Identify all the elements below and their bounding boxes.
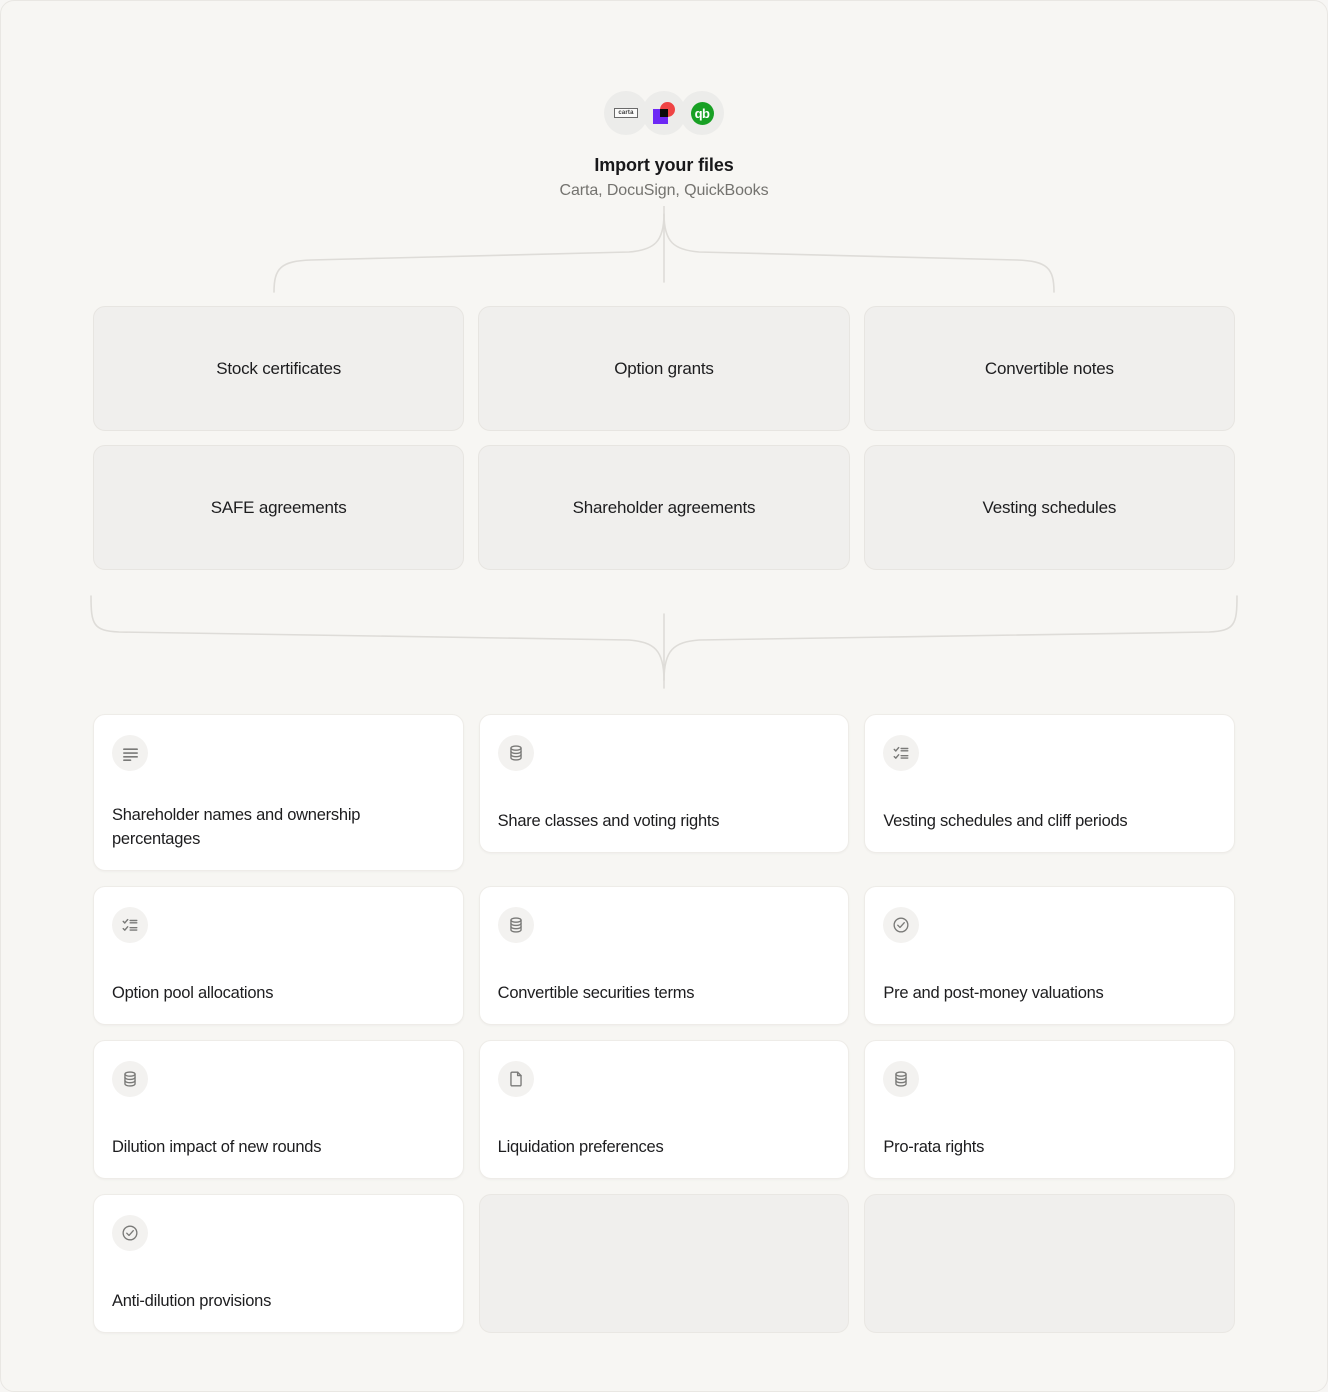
output-card-share-classes[interactable]: Share classes and voting rights (478, 714, 850, 853)
output-card-anti-dilution[interactable]: Anti-dilution provisions (93, 1194, 464, 1333)
source-box-shareholder-agreements[interactable]: Shareholder agreements (478, 445, 850, 570)
output-card-option-pool[interactable]: Option pool allocations (93, 886, 464, 1025)
file-icon (497, 1061, 534, 1097)
check-circle-icon (112, 1215, 148, 1251)
import-subtitle: Carta, DocuSign, QuickBooks (559, 182, 769, 199)
database-icon (497, 907, 534, 943)
import-flow-diagram: carta qb Import your files Carta, DocuSi… (0, 0, 1328, 1392)
output-card-dilution-impact[interactable]: Dilution impact of new rounds (93, 1040, 464, 1179)
quickbooks-wordmark: qb (690, 101, 714, 125)
source-box-convertible-notes[interactable]: Convertible notes (863, 306, 1235, 431)
source-box-vesting-schedules[interactable]: Vesting schedules (863, 445, 1235, 570)
output-card-label: Share classes and voting rights (497, 812, 720, 831)
outputs-grid: Shareholder names and ownership percenta… (93, 714, 1235, 1333)
output-card-label: Shareholder names and ownership percenta… (112, 806, 361, 849)
source-types-grid: Stock certificates Option grants Convert… (93, 306, 1235, 570)
connector-top (273, 206, 1055, 293)
output-card-vesting-schedules[interactable]: Vesting schedules and cliff periods (864, 714, 1235, 853)
output-card-label: Anti-dilution provisions (112, 1292, 272, 1311)
source-box-label: Shareholder agreements (572, 497, 756, 517)
source-box-stock-certificates[interactable]: Stock certificates (93, 306, 465, 431)
quickbooks-logo: qb (680, 91, 724, 135)
source-types-section: Stock certificates Option grants Convert… (1, 306, 1327, 570)
carta-wordmark: carta (614, 108, 638, 118)
output-card-label: Dilution impact of new rounds (112, 1138, 322, 1157)
output-card-label: Vesting schedules and cliff periods (883, 812, 1128, 831)
import-header: carta qb Import your files Carta, DocuSi… (1, 1, 1327, 200)
output-card-pro-rata-rights[interactable]: Pro-rata rights (864, 1040, 1235, 1179)
database-icon (497, 735, 534, 771)
database-icon (883, 1061, 920, 1097)
output-card-placeholder (478, 1194, 850, 1333)
source-box-label: Stock certificates (216, 358, 342, 378)
output-card-label: Pro-rata rights (883, 1138, 985, 1157)
check-circle-icon (883, 907, 920, 943)
output-card-placeholder (864, 1194, 1235, 1333)
source-box-label: Vesting schedules (982, 497, 1117, 517)
source-box-safe-agreements[interactable]: SAFE agreements (93, 445, 465, 570)
source-box-label: Convertible notes (984, 358, 1114, 378)
checklist-icon (112, 907, 148, 943)
source-logo-row: carta qb (604, 91, 724, 135)
output-card-label: Liquidation preferences (497, 1138, 664, 1157)
database-icon (112, 1061, 148, 1097)
checklist-icon (883, 735, 920, 771)
output-card-liquidation-preferences[interactable]: Liquidation preferences (478, 1040, 850, 1179)
output-card-label: Option pool allocations (112, 984, 274, 1003)
output-card-label: Pre and post-money valuations (883, 984, 1104, 1003)
source-box-option-grants[interactable]: Option grants (478, 306, 850, 431)
outputs-section: Shareholder names and ownership percenta… (1, 714, 1327, 1333)
source-box-label: SAFE agreements (210, 497, 347, 517)
connector-bottom (90, 595, 1238, 689)
output-card-label: Convertible securities terms (497, 984, 695, 1003)
docusign-mark-icon (653, 102, 675, 124)
output-card-valuations[interactable]: Pre and post-money valuations (864, 886, 1235, 1025)
text-lines-icon (112, 735, 148, 771)
output-card-shareholder-names[interactable]: Shareholder names and ownership percenta… (93, 714, 464, 871)
import-title: Import your files (594, 155, 734, 175)
source-box-label: Option grants (614, 358, 714, 378)
output-card-convertible-securities[interactable]: Convertible securities terms (478, 886, 850, 1025)
